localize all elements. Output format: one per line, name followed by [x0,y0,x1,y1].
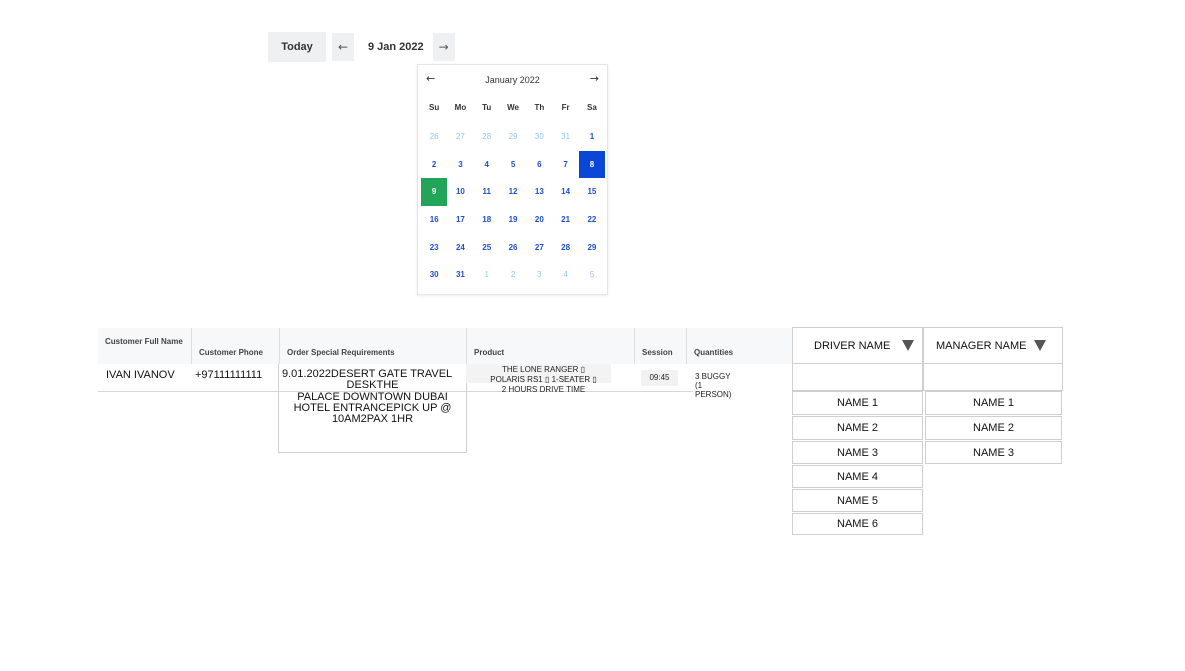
calendar-day[interactable]: 2 [421,151,447,179]
calendar-day[interactable]: 4 [552,261,578,289]
driver-option[interactable]: NAME 6 [792,513,923,535]
arrow-right-icon: → [438,40,449,54]
calendar-day[interactable]: 3 [447,151,473,179]
driver-option[interactable]: NAME 1 [792,391,923,415]
calendar-day[interactable]: 23 [421,233,447,261]
driver-option[interactable]: NAME 4 [792,465,923,488]
driver-option[interactable]: NAME 2 [792,416,923,440]
header-special-requirements: Order Special Requirements [280,328,467,364]
calendar-day[interactable]: 15 [579,178,605,206]
calendar-header: ← January 2022 → [418,65,607,95]
cell-quantities: 3 BUGGY (1 PERSON) [695,372,732,399]
calendar-day[interactable]: 30 [526,123,552,151]
driver-selected-value[interactable] [792,364,923,391]
calendar-day[interactable]: 16 [421,206,447,234]
calendar-month-title: January 2022 [485,75,540,85]
calendar-day[interactable]: 28 [474,123,500,151]
calendar-day[interactable]: 27 [526,233,552,261]
weekday-label: Su [429,103,440,112]
calendar-day[interactable]: 2 [500,261,526,289]
calendar-day[interactable]: 27 [447,123,473,151]
calendar-day[interactable]: 31 [552,123,578,151]
calendar-day[interactable]: 3 [526,261,552,289]
weekday-label: Tu [482,103,492,112]
calendar-day[interactable]: 18 [474,206,500,234]
calendar-day[interactable]: 12 [500,178,526,206]
header-quantities: Quantities [687,328,792,364]
product-line: POLARIS RS1 ▯ 1-SEATER ▯ [490,375,597,384]
requirements-line: 9.01.2022DESERT GATE TRAVEL [282,368,453,380]
arrow-left-icon: ← [337,40,349,54]
calendar-day[interactable]: 1 [579,123,605,151]
calendar-day[interactable]: 5 [579,261,605,289]
header-customer-phone: Customer Phone [192,328,280,364]
manager-option[interactable]: NAME 2 [925,416,1062,440]
calendar-day[interactable]: 29 [579,233,605,261]
calendar-day[interactable]: 17 [447,206,473,234]
manager-option[interactable]: NAME 3 [925,441,1062,464]
calendar-day[interactable]: 7 [552,151,578,179]
calendar-day[interactable]: 30 [421,261,447,289]
weekday-label: Sa [587,103,597,112]
calendar-day[interactable]: 20 [526,206,552,234]
next-day-button[interactable]: → [432,33,455,61]
cell-product: THE LONE RANGER ▯ POLARIS RS1 ▯ 1-SEATER… [476,365,611,395]
manager-selected-value[interactable] [923,364,1063,391]
driver-name-dropdown[interactable]: DRIVER NAME [792,327,923,364]
header-product: Product [467,328,635,364]
calendar-day[interactable]: 14 [552,178,578,206]
manager-name-dropdown[interactable]: MANAGER NAME [923,327,1063,364]
weekday-label: We [507,103,519,112]
date-picker-calendar: ← January 2022 → Su Mo Tu We Th Fr Sa 26 27 28 29… [417,64,608,295]
next-month-icon[interactable]: → [590,72,599,85]
cell-customer-phone: +97111111111 [195,369,263,381]
driver-dropdown-label: DRIVER NAME [814,339,891,352]
weekday-label: Fr [561,103,570,112]
header-customer-name: Customer Full Name [98,328,192,364]
calendar-day[interactable]: 25 [474,233,500,261]
calendar-day[interactable]: 4 [474,151,500,179]
driver-option[interactable]: NAME 3 [792,441,923,464]
manager-dropdown-label: MANAGER NAME [936,339,1027,352]
calendar-day[interactable]: 1 [474,261,500,289]
calendar-day[interactable]: 10 [447,178,473,206]
calendar-day[interactable]: 26 [421,123,447,151]
cell-session: 09:45 [641,370,678,386]
calendar-days-grid: 26 27 28 29 30 31 1 2 3 4 5 6 7 8 9 10 11 12 13 14 15 16 17 18 1… [421,123,606,289]
calendar-day-today[interactable]: 9 [421,178,448,206]
calendar-day[interactable]: 31 [447,261,473,289]
cell-customer-name: IVAN IVANOV [106,369,175,381]
cell-special-requirements: 9.01.2022DESERT GATE TRAVEL DESKTHE PALA… [278,364,467,453]
today-button[interactable]: Today [268,32,326,62]
calendar-day[interactable]: 5 [500,151,526,179]
requirements-line: 10AM2PAX 1HR [331,413,414,426]
product-line: THE LONE RANGER ▯ [501,365,586,374]
calendar-day[interactable]: 21 [552,206,578,234]
calendar-day[interactable]: 22 [579,206,605,234]
dropdown-triangle-icon [902,340,915,351]
date-navigation: Today ← 9 Jan 2022 → [268,32,455,62]
previous-day-button[interactable]: ← [332,33,354,61]
calendar-day[interactable]: 6 [526,151,552,179]
weekday-label: Mo [454,103,467,112]
product-line: 2 HOURS DRIVE TIME [501,385,586,394]
calendar-day[interactable]: 29 [500,123,526,151]
calendar-day-selected[interactable]: 8 [578,150,606,179]
requirements-line: DESKTHE [346,379,399,392]
dropdown-triangle-icon [1034,340,1047,351]
calendar-weekdays: Su Mo Tu We Th Fr Sa [421,103,604,112]
manager-option[interactable]: NAME 1 [925,391,1062,415]
calendar-day[interactable]: 26 [500,233,526,261]
calendar-day[interactable]: 28 [552,233,578,261]
calendar-day[interactable]: 24 [447,233,473,261]
calendar-day[interactable]: 19 [500,206,526,234]
weekday-label: Th [534,103,545,112]
calendar-day[interactable]: 13 [526,178,552,206]
current-date-label[interactable]: 9 Jan 2022 [354,41,433,53]
driver-option[interactable]: NAME 5 [792,489,923,512]
calendar-day[interactable]: 11 [474,178,500,206]
header-session: Session [635,328,687,364]
